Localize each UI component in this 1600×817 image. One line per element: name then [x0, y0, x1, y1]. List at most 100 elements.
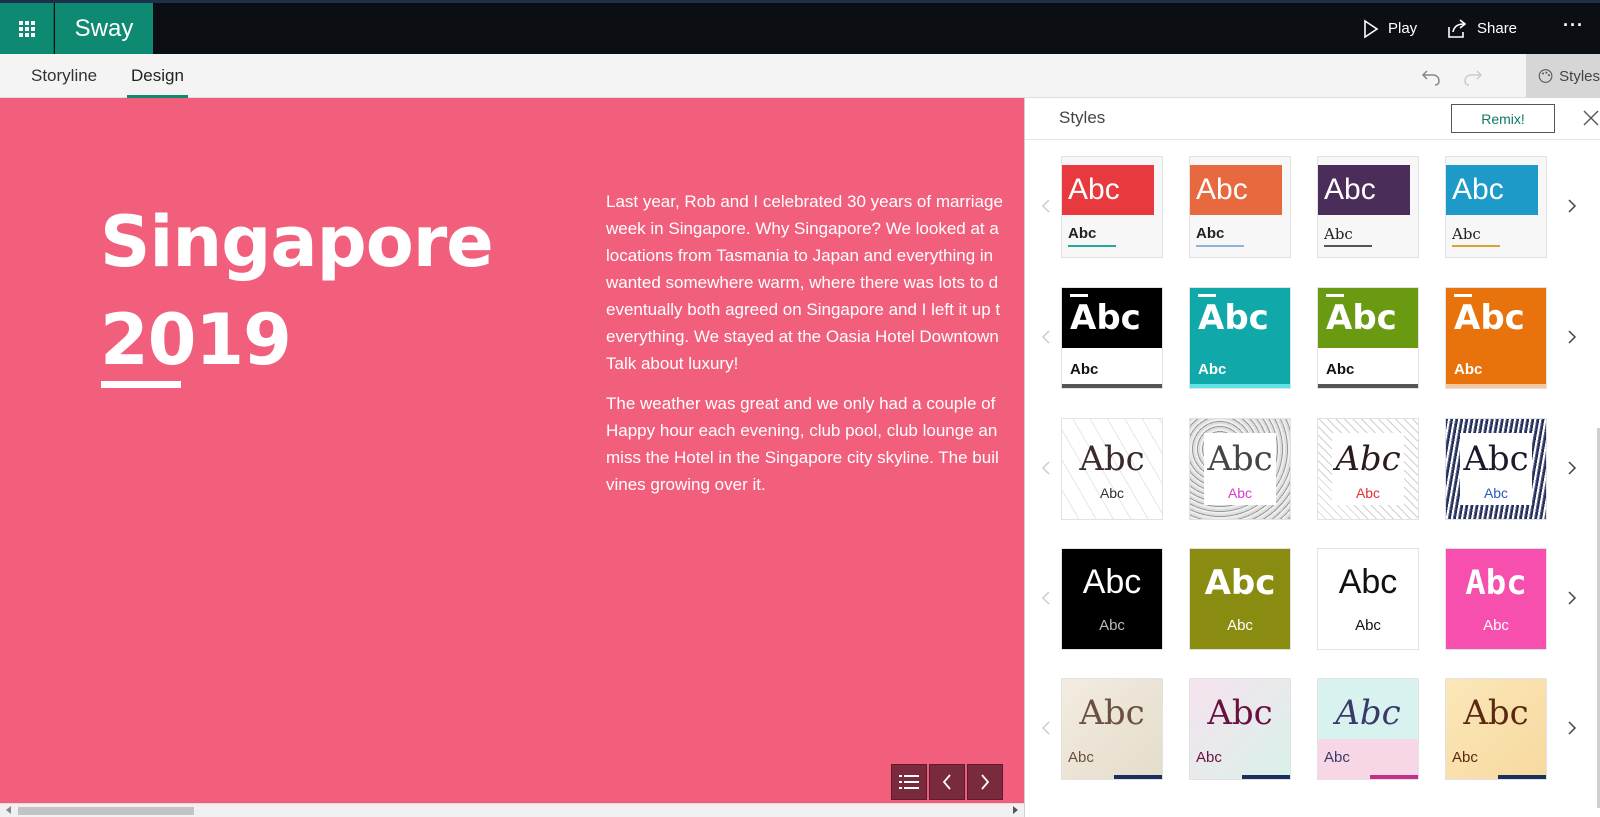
- tile-subtext: Abc: [1196, 225, 1225, 242]
- tile-accent: [1242, 775, 1290, 779]
- chevron-right-icon[interactable]: [1565, 718, 1579, 738]
- app-header: Sway Play Share ···: [0, 0, 1600, 54]
- style-tile[interactable]: Abc Abc: [1445, 678, 1547, 780]
- navigation-pane-button[interactable]: [891, 764, 927, 800]
- more-options-button[interactable]: ···: [1563, 15, 1584, 36]
- tile-heading: Abc: [1338, 563, 1398, 601]
- chevron-left-icon[interactable]: [1039, 718, 1053, 738]
- paragraph-line: Talk about luxury!: [606, 354, 739, 373]
- tile-heading: Abc: [1335, 693, 1401, 733]
- tile-subtext: Abc: [1227, 485, 1253, 501]
- tile-accent: [1452, 245, 1500, 247]
- style-tile[interactable]: Abc Abc: [1061, 678, 1163, 780]
- style-tile[interactable]: Abc Abc: [1061, 548, 1163, 650]
- horizontal-scrollbar[interactable]: [0, 803, 1024, 817]
- paragraph-line: Last year, Rob and I celebrated 30 years…: [606, 192, 1003, 211]
- styles-panel-title: Styles: [1059, 108, 1106, 127]
- play-button[interactable]: Play: [1362, 3, 1417, 54]
- chevron-right-icon: [981, 774, 990, 790]
- app-launcher-button[interactable]: [0, 3, 54, 54]
- close-icon[interactable]: [1581, 108, 1600, 128]
- tab-design[interactable]: Design: [127, 54, 188, 98]
- chevron-right-icon[interactable]: [1565, 196, 1579, 216]
- share-icon: [1448, 18, 1467, 38]
- paragraph-line: miss the Hotel in the Singapore city sky…: [606, 448, 999, 467]
- tile-subtext: Abc: [1068, 225, 1097, 242]
- scroll-right-arrow[interactable]: [1013, 806, 1018, 814]
- paragraph-line: everything. We stayed at the Oasia Hotel…: [606, 327, 999, 346]
- previous-button[interactable]: [929, 764, 965, 800]
- style-tile[interactable]: Abc Abc: [1317, 678, 1419, 780]
- story-canvas: Singapore 2019 Last year, Rob and I cele…: [0, 98, 1024, 803]
- tile-accent: [1114, 775, 1162, 779]
- chevron-left-icon[interactable]: [1039, 588, 1053, 608]
- style-tile[interactable]: Abc Abc: [1061, 418, 1163, 520]
- tab-storyline[interactable]: Storyline: [31, 54, 97, 98]
- tile-subtext: Abc: [1068, 749, 1094, 766]
- tile-heading: Abc: [1082, 563, 1142, 601]
- undo-icon[interactable]: [1419, 64, 1443, 88]
- paragraph-line: wanted somewhere warm, where there was l…: [606, 273, 999, 292]
- tile-dash: [1326, 294, 1344, 297]
- chevron-left-icon[interactable]: [1039, 327, 1053, 347]
- tile-subtext: Abc: [1227, 617, 1253, 634]
- style-row: Abc Abc Abc Abc Abc Abc Abc Abc: [1025, 156, 1595, 258]
- paragraph-line: week in Singapore. Why Singapore? We loo…: [606, 219, 999, 238]
- tile-accent: [1498, 775, 1546, 779]
- style-row: Abc Abc Abc Abc Abc Abc Abc Abc: [1025, 678, 1595, 780]
- style-tile[interactable]: Abc Abc: [1317, 418, 1419, 520]
- chevron-left-icon[interactable]: [1039, 196, 1053, 216]
- style-tile[interactable]: Abc Abc: [1317, 548, 1419, 650]
- chevron-right-icon[interactable]: [1565, 327, 1579, 347]
- play-label: Play: [1388, 20, 1418, 37]
- style-tile[interactable]: Abc Abc: [1445, 287, 1547, 389]
- styles-toggle-button[interactable]: Styles: [1526, 54, 1600, 98]
- style-tile[interactable]: Abc Abc: [1189, 678, 1291, 780]
- chevron-left-icon[interactable]: [1039, 458, 1053, 478]
- remix-button[interactable]: Remix!: [1451, 104, 1555, 133]
- tile-heading: Abc: [1190, 165, 1282, 215]
- style-tile[interactable]: Abc Abc: [1445, 548, 1547, 650]
- style-tile[interactable]: Abc Abc: [1189, 418, 1291, 520]
- tile-heading: Abc: [1079, 693, 1145, 733]
- scrollbar-thumb[interactable]: [18, 807, 194, 815]
- paragraph-1: Last year, Rob and I celebrated 30 years…: [606, 188, 1024, 377]
- tile-heading: Abc: [1190, 288, 1290, 348]
- tile-subtext: Abc: [1324, 749, 1350, 766]
- share-button[interactable]: Share: [1447, 3, 1517, 54]
- style-tile[interactable]: Abc Abc: [1061, 287, 1163, 389]
- style-tile[interactable]: Abc Abc: [1317, 156, 1419, 258]
- tile-dash: [1454, 294, 1472, 297]
- story-navigation: [891, 764, 1003, 800]
- tile-dash: [1070, 294, 1088, 297]
- app-name[interactable]: Sway: [55, 3, 153, 54]
- tile-heading-text: Abc: [1079, 439, 1145, 479]
- paragraph-2: The weather was great and we only had a …: [606, 390, 1024, 498]
- style-tile[interactable]: Abc Abc: [1061, 156, 1163, 258]
- paragraph-line: locations from Tasmania to Japan and eve…: [606, 246, 994, 265]
- tile-subtext: Abc: [1196, 749, 1222, 766]
- scroll-left-arrow[interactable]: [6, 806, 11, 814]
- tile-heading: Abc: [1062, 439, 1162, 479]
- next-button[interactable]: [967, 764, 1003, 800]
- tile-heading: Abc: [1465, 563, 1527, 603]
- tile-accent: [1446, 384, 1546, 388]
- chevron-right-icon[interactable]: [1565, 458, 1579, 478]
- tile-heading: Abc: [1062, 165, 1154, 215]
- style-row: Abc Abc Abc Abc Abc Abc Abc Abc: [1025, 548, 1595, 650]
- style-tile[interactable]: Abc Abc: [1189, 156, 1291, 258]
- title-line-2: 2019: [100, 299, 292, 381]
- redo-icon[interactable]: [1461, 64, 1485, 88]
- style-tile[interactable]: Abc Abc: [1189, 287, 1291, 389]
- tile-subtext: Abc: [1099, 617, 1125, 634]
- style-tile[interactable]: Abc Abc: [1445, 418, 1547, 520]
- title-line-1: Singapore: [100, 201, 494, 283]
- style-tile[interactable]: Abc Abc: [1189, 548, 1291, 650]
- tile-heading: Abc: [1207, 439, 1273, 479]
- tile-accent: [1196, 245, 1244, 247]
- chevron-right-icon[interactable]: [1565, 588, 1579, 608]
- style-row: Abc Abc Abc Abc Abc Abc Abc Abc: [1025, 418, 1595, 520]
- styles-panel: Styles Remix! Abc Abc Abc Abc Abc Abc Ab…: [1024, 98, 1600, 817]
- style-tile[interactable]: Abc Abc: [1445, 156, 1547, 258]
- style-tile[interactable]: Abc Abc: [1317, 287, 1419, 389]
